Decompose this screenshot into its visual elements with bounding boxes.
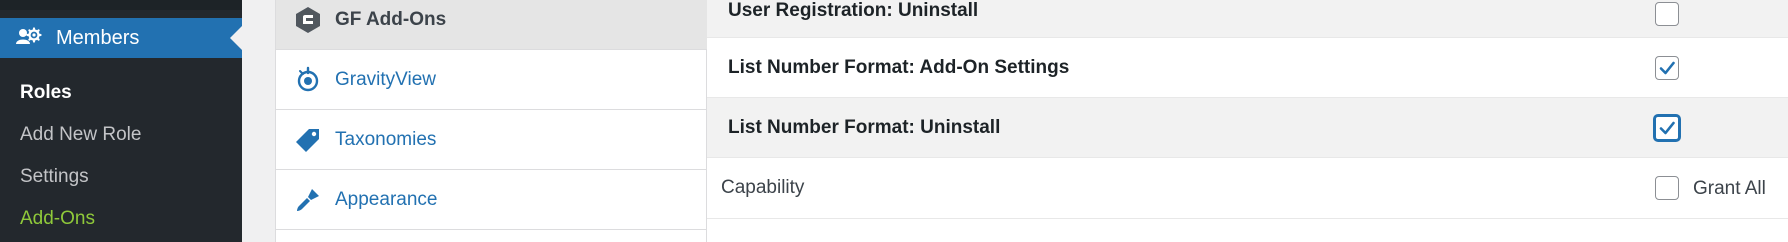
capability-name: List Number Format: Add-On Settings [728, 57, 1070, 78]
tab-label: Taxonomies [335, 128, 437, 150]
members-submenu: Roles Add New Role Settings Add-Ons [0, 72, 242, 240]
table-row: User Registration: Uninstall [707, 0, 1788, 38]
checkmark-icon [1659, 61, 1675, 75]
table-row: List Number Format: Uninstall [707, 98, 1788, 158]
users-icon [14, 27, 44, 49]
tab-label: GravityView [335, 68, 437, 90]
current-menu-arrow [230, 26, 242, 50]
submenu-item-add-ons[interactable]: Add-Ons [0, 198, 242, 240]
sidebar-item-members[interactable]: Members [0, 18, 242, 58]
tab-label: Appearance [335, 188, 438, 210]
admin-sidebar: Members Roles Add New Role Settings Add-… [0, 0, 242, 242]
sidebar-top-strip [0, 0, 242, 10]
capability-name: List Number Format: Uninstall [728, 117, 1001, 138]
tab-gravityview[interactable]: GravityView [276, 50, 707, 110]
paintbrush-icon [293, 185, 323, 215]
tab-gf-add-ons[interactable]: GF Add-Ons [276, 0, 707, 50]
capability-group-tabs: GF Add-Ons GravityView Taxonomies Appear… [275, 0, 707, 242]
submenu-item-roles[interactable]: Roles [0, 72, 242, 114]
gravityview-icon [293, 65, 323, 95]
tab-taxonomies[interactable]: Taxonomies [276, 110, 707, 170]
checkmark-icon [1659, 121, 1675, 135]
capability-column-header: Capability [721, 177, 805, 198]
table-footer-row: Capability Grant All [707, 158, 1788, 219]
capability-name: User Registration: Uninstall [728, 0, 979, 21]
gravity-forms-icon [293, 5, 323, 35]
submenu-item-add-new-role[interactable]: Add New Role [0, 114, 242, 156]
tab-appearance[interactable]: Appearance [276, 170, 707, 230]
tag-icon [293, 125, 323, 155]
grant-checkbox[interactable] [1655, 2, 1679, 26]
sidebar-item-label: Members [56, 26, 140, 49]
grant-all-label[interactable]: Grant All [1693, 178, 1766, 200]
capabilities-table: User Registration: Uninstall List Number… [707, 0, 1788, 242]
grant-checkbox[interactable] [1654, 115, 1680, 141]
grant-checkbox[interactable] [1655, 56, 1679, 80]
table-row: List Number Format: Add-On Settings [707, 38, 1788, 98]
submenu-item-settings[interactable]: Settings [0, 156, 242, 198]
tab-label: GF Add-Ons [335, 8, 447, 30]
grant-all-checkbox[interactable] [1655, 176, 1679, 200]
